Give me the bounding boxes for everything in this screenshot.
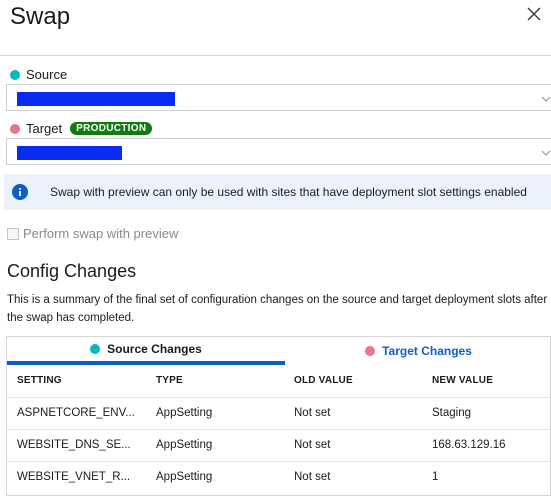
column-header-type: TYPE	[146, 365, 284, 398]
source-value-redacted	[17, 92, 175, 106]
target-dot-icon	[365, 346, 376, 356]
config-changes-summary: This is a summary of the final set of co…	[7, 294, 548, 324]
source-dot-icon	[90, 344, 101, 354]
column-header-old-value: OLD VALUE	[284, 365, 422, 398]
type-cell: AppSetting	[146, 429, 284, 462]
column-header-setting: SETTING	[7, 365, 146, 398]
source-label-row: Source	[10, 67, 67, 82]
table-row: WEBSITE_VNET_R... AppSetting Not set 1	[7, 461, 550, 493]
changes-tabs: Source Changes Target Changes	[7, 337, 551, 365]
panel-title: Swap	[10, 3, 71, 30]
changes-table: SETTING TYPE OLD VALUE NEW VALUE ASPNETC…	[7, 365, 550, 493]
target-label: Target	[26, 121, 63, 136]
target-slot-select[interactable]	[6, 138, 551, 165]
tab-source-changes[interactable]: Source Changes	[7, 337, 285, 365]
old-value-cell: Not set	[284, 397, 422, 430]
changes-panel: Source Changes Target Changes SETTING TY…	[6, 336, 551, 496]
table-row: WEBSITE_DNS_SE... AppSetting Not set 168…	[7, 429, 550, 462]
new-value-cell: Staging	[422, 397, 550, 430]
old-value-cell: Not set	[284, 429, 422, 462]
perform-swap-preview-row: Perform swap with preview	[7, 226, 178, 241]
info-banner: Swap with preview can only be used with …	[4, 174, 551, 210]
target-dot-icon	[10, 123, 20, 134]
table-header-row: SETTING TYPE OLD VALUE NEW VALUE	[7, 365, 550, 398]
chevron-down-icon	[541, 96, 551, 102]
new-value-cell: 168.63.129.16	[422, 429, 550, 462]
target-label-row: Target PRODUCTION	[10, 121, 153, 136]
setting-cell: WEBSITE_DNS_SE...	[7, 429, 146, 462]
source-dot-icon	[10, 69, 20, 80]
close-icon[interactable]	[525, 5, 543, 23]
info-icon	[12, 184, 28, 200]
panel-header: Swap	[0, 0, 551, 56]
type-cell: AppSetting	[146, 397, 284, 430]
config-changes-heading: Config Changes	[7, 261, 137, 281]
tab-target-changes-label: Target Changes	[382, 344, 472, 358]
perform-swap-preview-checkbox[interactable]	[7, 227, 19, 240]
new-value-cell: 1	[432, 471, 439, 484]
production-badge: PRODUCTION	[70, 122, 153, 135]
info-message: Swap with preview can only be used with …	[50, 185, 527, 199]
source-label: Source	[26, 67, 68, 82]
chevron-down-icon	[541, 150, 551, 156]
setting-cell: ASPNETCORE_ENV...	[7, 397, 146, 430]
perform-swap-preview-label: Perform swap with preview	[23, 226, 179, 241]
table-row: ASPNETCORE_ENV... AppSetting Not set Sta…	[7, 397, 550, 430]
old-value-cell: Not set	[294, 471, 331, 484]
tab-source-changes-label: Source Changes	[107, 342, 202, 356]
type-cell: AppSetting	[156, 471, 213, 484]
target-value-redacted	[17, 146, 122, 160]
tab-target-changes[interactable]: Target Changes	[285, 337, 551, 365]
column-header-new-value: NEW VALUE	[422, 365, 550, 398]
source-slot-select[interactable]	[6, 84, 551, 111]
setting-cell: WEBSITE_VNET_R...	[17, 471, 131, 484]
